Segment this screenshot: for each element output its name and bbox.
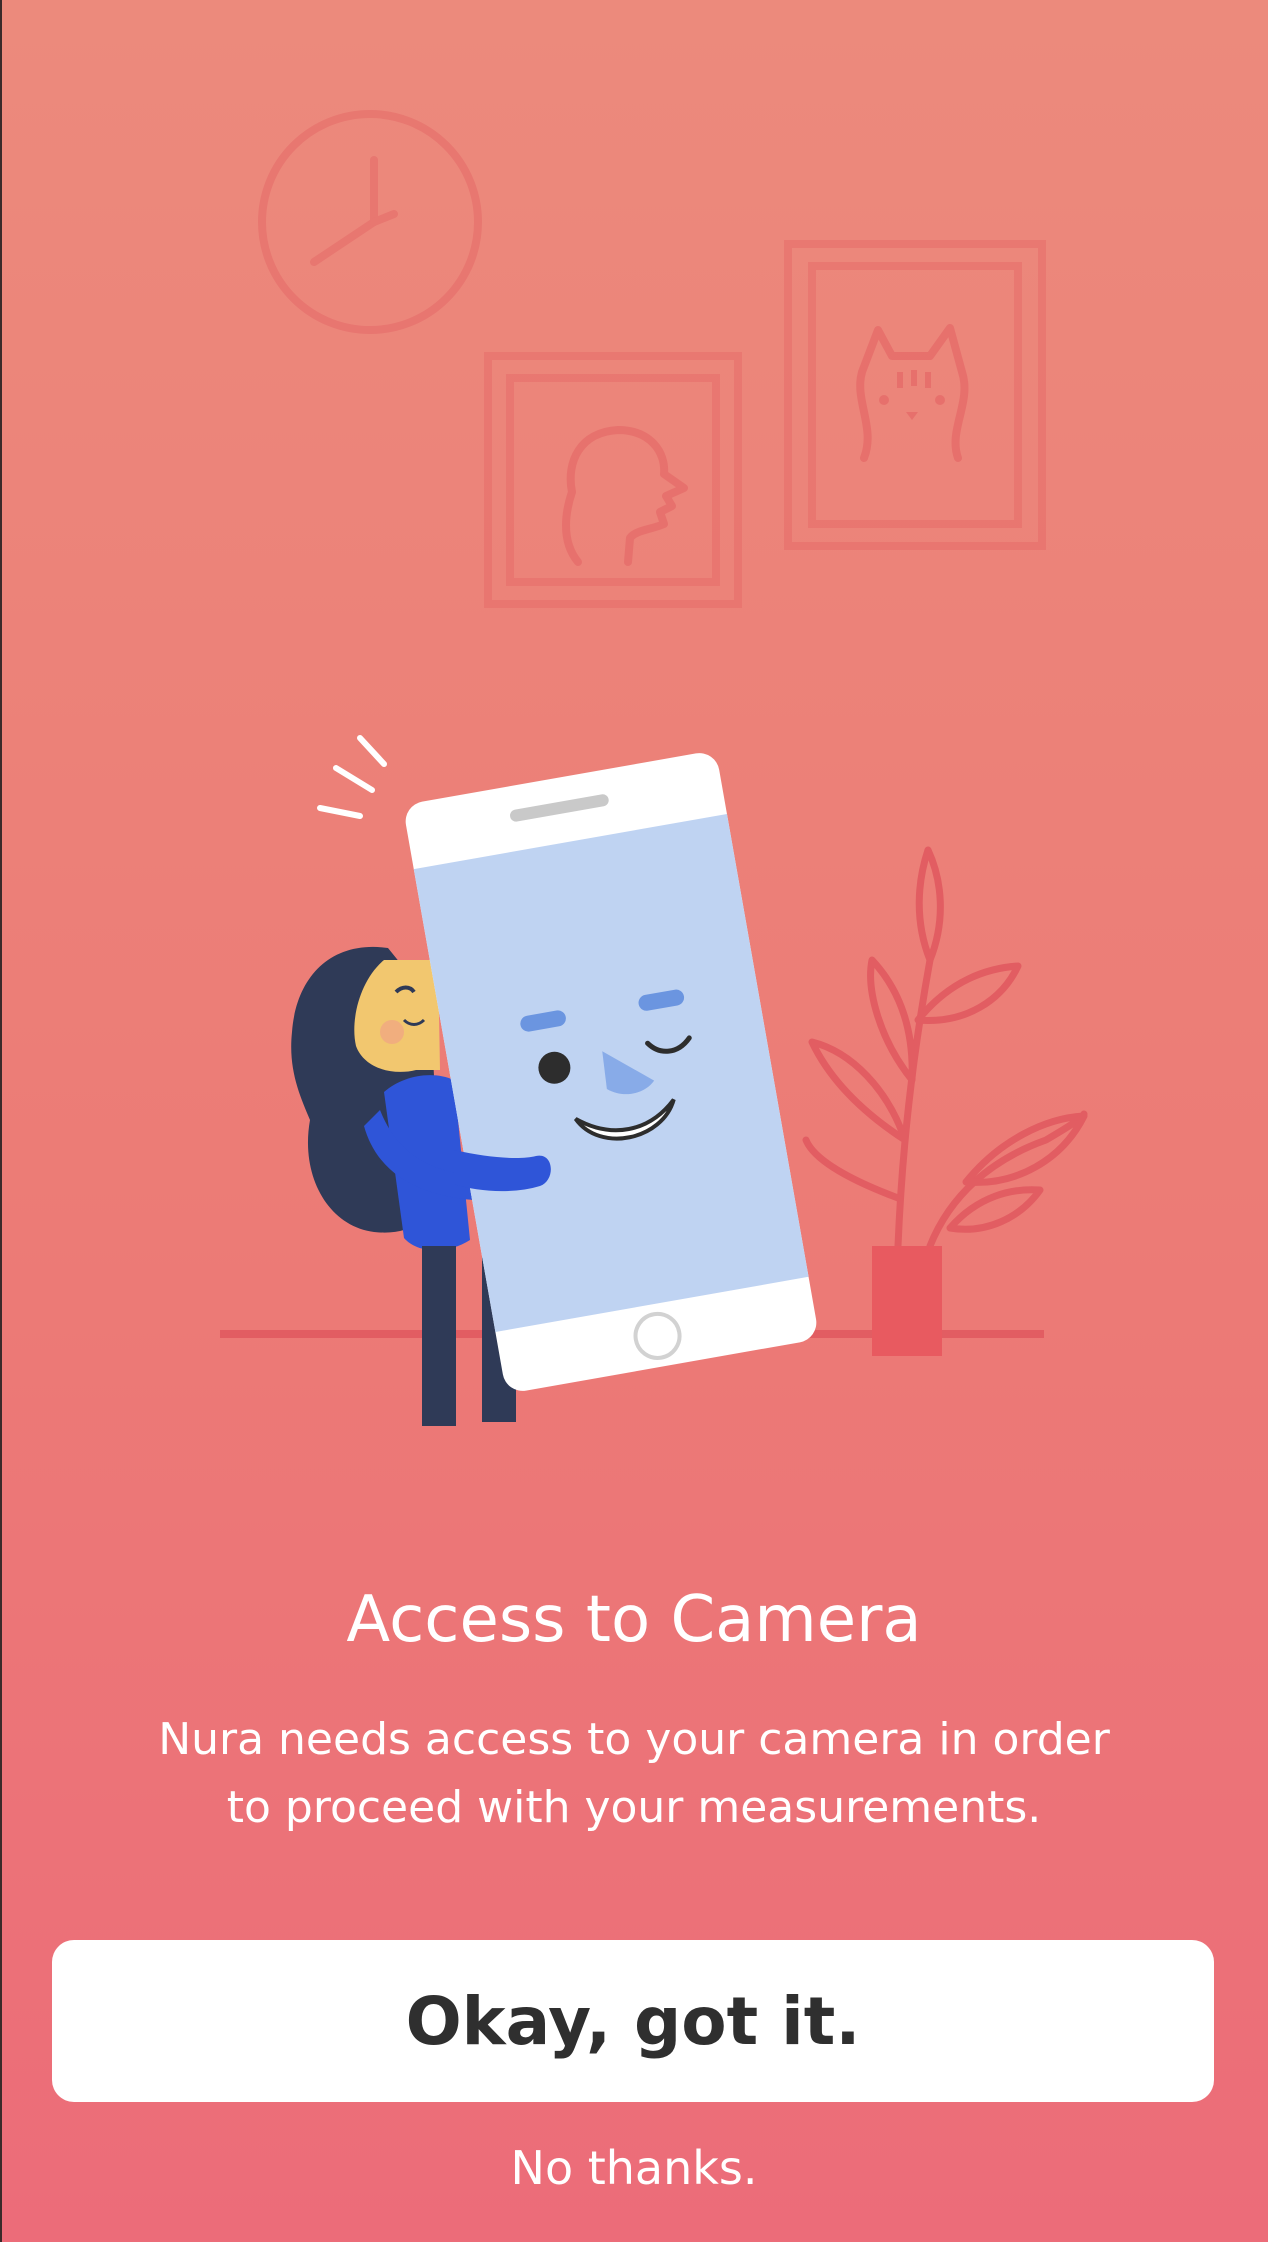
cat-portrait-icon	[784, 240, 1046, 550]
page-title: Access to Camera	[346, 1583, 922, 1657]
camera-illustration	[220, 110, 1088, 1426]
no-thanks-link[interactable]: No thanks.	[0, 2136, 1268, 2200]
face-portrait-icon	[484, 352, 742, 608]
camera-permission-screen: Access to Camera Nura needs access to yo…	[0, 0, 1268, 2242]
motion-lines-icon	[317, 735, 387, 819]
okay-got-it-button[interactable]: Okay, got it.	[52, 1940, 1214, 2102]
permission-description: Nura needs access to your camera in orde…	[158, 1714, 1110, 1833]
plant-icon	[802, 846, 1088, 1356]
clock-icon	[258, 110, 482, 334]
phone-icon	[405, 753, 817, 1391]
